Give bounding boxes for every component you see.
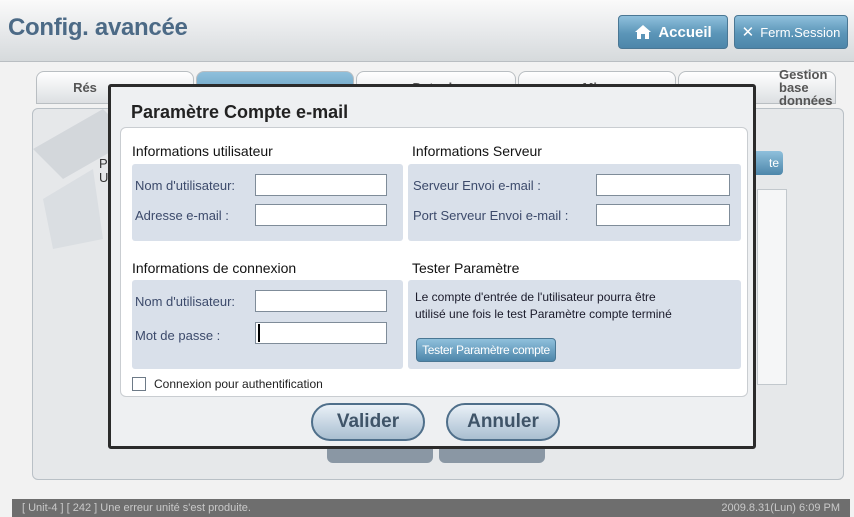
background-button-label: te xyxy=(768,156,779,170)
validate-button[interactable]: Valider xyxy=(311,403,425,441)
password-label: Mot de passe : xyxy=(135,328,221,343)
email-label: Adresse e-mail : xyxy=(135,208,229,223)
status-datetime: 2009.8.31(Lun) 6:09 PM xyxy=(721,502,840,514)
validate-button-label: Valider xyxy=(336,411,400,432)
auth-checkbox[interactable] xyxy=(132,377,146,391)
email-field[interactable] xyxy=(255,204,387,226)
username-field[interactable] xyxy=(255,174,387,196)
text-caret xyxy=(258,324,260,342)
status-bar: [ Unit-4 ] [ 242 ] Une erreur unité s'es… xyxy=(12,499,850,517)
home-button[interactable]: Accueil xyxy=(618,15,728,49)
home-icon xyxy=(634,24,652,40)
tab-label: Rés xyxy=(73,80,97,95)
status-message: [ Unit-4 ] [ 242 ] Une erreur unité s'es… xyxy=(22,502,251,514)
cancel-button-label: Annuler xyxy=(467,411,539,432)
home-button-label: Accueil xyxy=(658,23,712,41)
smtp-port-label: Port Serveur Envoi e-mail : xyxy=(413,208,569,223)
password-field[interactable] xyxy=(255,322,387,344)
smtp-port-field[interactable] xyxy=(596,204,730,226)
login-username-field[interactable] xyxy=(255,290,387,312)
login-username-label: Nom d'utilisateur: xyxy=(135,294,236,309)
background-side-box xyxy=(757,189,787,385)
logout-button-label: Ferm.Session xyxy=(760,24,841,40)
cancel-button[interactable]: Annuler xyxy=(446,403,560,441)
page-title: Config. avancée xyxy=(8,14,188,41)
user-info-section: Nom d'utilisateur: Adresse e-mail : xyxy=(132,164,403,241)
header-bar: Config. avancée Accueil ✕ Ferm.Session xyxy=(0,0,854,62)
login-info-section: Nom d'utilisateur: Mot de passe : xyxy=(132,280,403,369)
dialog-body: Informations utilisateur Nom d'utilisate… xyxy=(120,127,748,397)
logout-button[interactable]: ✕ Ferm.Session xyxy=(734,15,848,49)
smtp-server-label: Serveur Envoi e-mail : xyxy=(413,178,541,193)
server-info-heading: Informations Serveur xyxy=(412,143,542,159)
test-settings-heading: Tester Paramètre xyxy=(412,260,520,276)
side-label: P U xyxy=(99,156,109,185)
test-note-line: utilisé une fois le test Paramètre compt… xyxy=(415,307,672,321)
auth-checkbox-label: Connexion pour authentification xyxy=(154,377,323,391)
user-info-heading: Informations utilisateur xyxy=(132,143,273,159)
username-label: Nom d'utilisateur: xyxy=(135,178,236,193)
login-info-heading: Informations de connexion xyxy=(132,260,297,276)
dialog-title: Paramètre Compte e-mail xyxy=(131,102,349,122)
tab-label: Gestion base données xyxy=(779,67,833,108)
smtp-server-field[interactable] xyxy=(596,174,730,196)
close-icon: ✕ xyxy=(741,24,755,41)
test-note-line: Le compte d'entrée de l'utilisateur pour… xyxy=(415,290,656,304)
test-note: Le compte d'entrée de l'utilisateur pour… xyxy=(415,289,672,323)
test-settings-section: Le compte d'entrée de l'utilisateur pour… xyxy=(408,280,741,369)
test-settings-button-label: Tester Paramètre compte xyxy=(422,343,550,357)
email-account-dialog: Paramètre Compte e-mail Informations uti… xyxy=(108,84,756,449)
test-settings-button[interactable]: Tester Paramètre compte xyxy=(416,338,556,362)
server-info-section: Serveur Envoi e-mail : Port Serveur Envo… xyxy=(408,164,741,241)
